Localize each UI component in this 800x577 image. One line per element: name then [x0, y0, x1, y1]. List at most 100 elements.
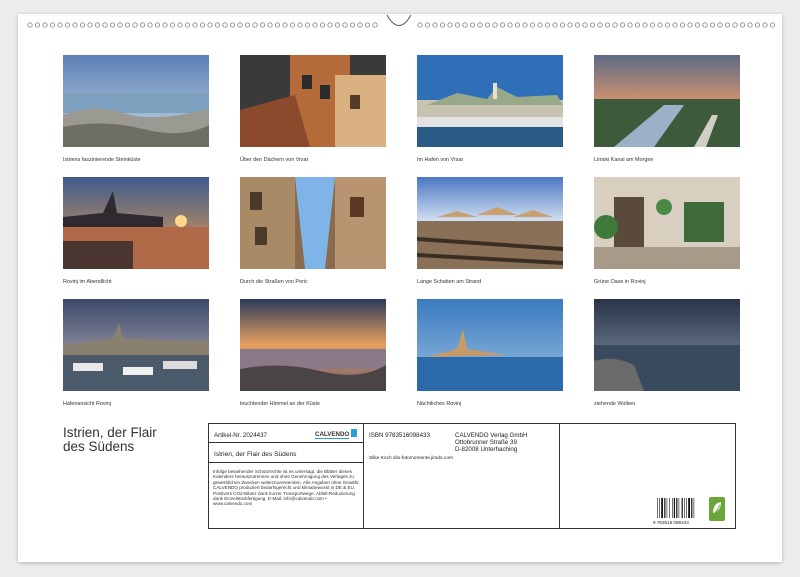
- barcode-bar: [688, 498, 690, 518]
- binding-hole: [304, 22, 311, 28]
- binding-hole: [364, 22, 371, 28]
- photo-caption: Grüne Oase in Rovinj: [594, 279, 646, 285]
- barcode-bar: [681, 498, 683, 518]
- divider: [363, 424, 364, 528]
- photo-caption: Rovinj im Abendlicht: [63, 279, 112, 285]
- isbn: ISBN 9783516098433: [369, 432, 430, 439]
- binding-hole: [544, 22, 551, 28]
- binding-hole: [559, 22, 566, 28]
- barcode: [657, 498, 695, 518]
- binding-hole: [154, 22, 161, 28]
- binding-hole: [664, 22, 671, 28]
- binding-hole: [79, 22, 86, 28]
- photo-caption: Über den Dächern von Vrsar: [240, 157, 309, 163]
- binding-hole: [274, 22, 281, 28]
- binding-hole: [672, 22, 678, 28]
- calendar-title: Istrien, der Flair des Südens: [63, 426, 203, 454]
- info-box: Artikel-Nr. 2024437 CALVENDO Istrien, de…: [208, 423, 736, 529]
- binding-hole: [87, 22, 93, 28]
- barcode-bar: [673, 498, 675, 518]
- photo-caption: leuchtender Himmel an der Küste: [240, 401, 321, 407]
- binding-hole: [267, 22, 273, 28]
- photo-caption: Nächtliches Rovinj: [417, 401, 462, 407]
- binding-hole: [57, 22, 63, 28]
- binding-hole: [574, 22, 581, 28]
- binding-hole: [552, 22, 558, 28]
- calendar-photo: [63, 299, 209, 391]
- binding-hole: [739, 22, 746, 28]
- calendar-photo: [417, 55, 563, 147]
- photo-caption: Hafenansicht Rovinj: [63, 401, 111, 407]
- binding-hole: [139, 22, 146, 28]
- barcode-bar: [684, 498, 685, 518]
- binding-hole: [42, 22, 48, 28]
- binding-hole: [537, 22, 543, 28]
- binding-hole: [762, 22, 768, 28]
- binding-hole: [499, 22, 506, 28]
- binding-hole: [252, 22, 258, 28]
- binding-hole: [717, 22, 723, 28]
- binding-hole: [237, 22, 243, 28]
- binding-hole: [372, 22, 378, 28]
- binding-hole: [357, 22, 363, 28]
- binding-hole: [709, 22, 716, 28]
- calendar-photo: [240, 177, 386, 269]
- binding-hole: [229, 22, 236, 28]
- barcode-bar: [666, 498, 668, 518]
- binding-hole: [162, 22, 168, 28]
- binding-hole: [207, 22, 213, 28]
- barcode-bar: [676, 498, 678, 518]
- barcode-bar: [659, 498, 660, 518]
- binding-hole: [447, 22, 453, 28]
- binding-hole: [259, 22, 266, 28]
- binding-hole: [417, 22, 423, 28]
- article-number: Artikel-Nr. 2024437: [214, 432, 267, 439]
- binding-hole: [49, 22, 56, 28]
- divider: [209, 462, 363, 463]
- logo-text: CALVENDO: [315, 431, 349, 438]
- binding-hole: [597, 22, 603, 28]
- calendar-photo: [417, 177, 563, 269]
- photo-caption: Im Hafen von Vrsar: [417, 157, 464, 163]
- divider: [209, 442, 363, 443]
- binding-hole: [507, 22, 513, 28]
- binding-hole: [462, 22, 468, 28]
- binding-hole: [117, 22, 123, 28]
- publisher-name: CALVENDO Verlag GmbH: [455, 432, 528, 439]
- binding-hole: [514, 22, 521, 28]
- calendar-photo: [594, 177, 740, 269]
- barcode-bar: [686, 498, 687, 518]
- calvendo-logo: CALVENDO: [315, 427, 357, 439]
- binding-hole: [724, 22, 731, 28]
- binding-hole: [27, 22, 33, 28]
- binding-hole: [582, 22, 588, 28]
- info-subtitle: Istrien, der Flair des Südens: [214, 451, 297, 458]
- binding-hole: [124, 22, 131, 28]
- barcode-bar: [691, 498, 693, 518]
- binding-hole: [484, 22, 491, 28]
- binding-hole: [424, 22, 431, 28]
- binding-hole: [334, 22, 341, 28]
- binding-hole: [627, 22, 633, 28]
- calendar-photo: [594, 299, 740, 391]
- photo-caption: ziehende Wolken: [594, 401, 636, 407]
- binding-hole: [769, 22, 776, 28]
- barcode-bar: [657, 498, 658, 518]
- barcode-bar: [664, 498, 666, 518]
- binding-hole: [754, 22, 761, 28]
- binding-hole: [694, 22, 701, 28]
- binding-hole: [169, 22, 176, 28]
- binding-hole: [297, 22, 303, 28]
- binding-hole: [327, 22, 333, 28]
- binding-hole: [177, 22, 183, 28]
- binding-hole: [439, 22, 446, 28]
- barcode-bar: [672, 498, 673, 518]
- title-line-1: Istrien, der Flair: [63, 425, 157, 440]
- binding-hole: [34, 22, 41, 28]
- binding-hole: [529, 22, 536, 28]
- calendar-photo: [240, 299, 386, 391]
- barcode-bar: [678, 498, 680, 518]
- calendar-photo: [63, 55, 209, 147]
- binding-hole: [747, 22, 753, 28]
- binding-hole: [349, 22, 356, 28]
